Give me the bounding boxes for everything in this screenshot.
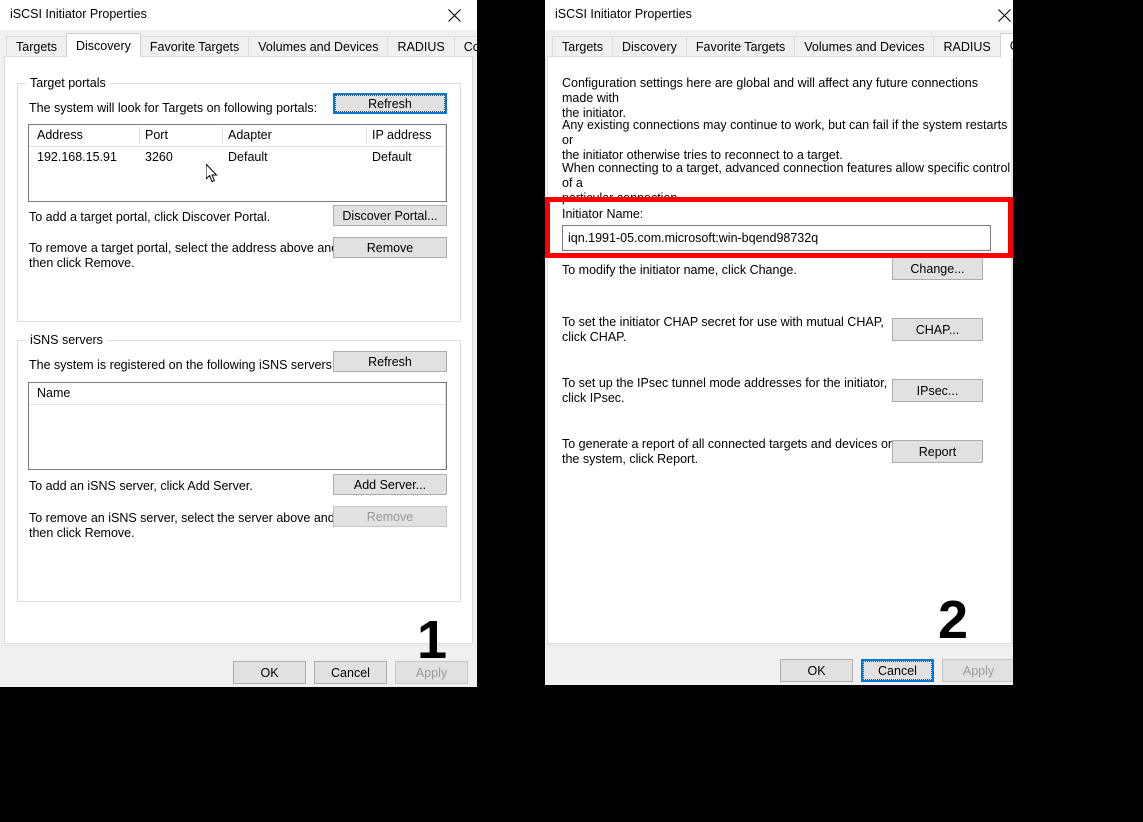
tab-configuration[interactable]: Configuration (999, 33, 1013, 58)
apply-button: Apply (942, 659, 1013, 682)
change-label: Change... (910, 261, 965, 276)
footer-right: OK Cancel Apply (545, 645, 1013, 685)
isns-refresh-label: Refresh (368, 354, 412, 369)
discover-portal-label: Discover Portal... (342, 208, 438, 223)
tab-volumes-and-devices[interactable]: Volumes and Devices (248, 36, 389, 57)
isns-servers-group: iSNS servers The system is registered on… (17, 333, 461, 602)
cancel-label: Cancel (331, 665, 370, 680)
add-target-portal-hint: To add a target portal, click Discover P… (29, 210, 271, 224)
target-portals-list-header: Address Port Adapter IP address (29, 125, 446, 147)
column-separator[interactable] (366, 127, 367, 144)
titlebar-left: iSCSI Initiator Properties (0, 0, 477, 30)
isns-servers-listbox[interactable]: Name (28, 382, 447, 470)
footer-left: OK Cancel Apply (0, 645, 477, 687)
target-portals-listbox[interactable]: Address Port Adapter IP address 192.168.… (28, 124, 447, 202)
tab-configuration[interactable]: Configuration (453, 36, 477, 57)
cancel-button[interactable]: Cancel (861, 659, 934, 682)
column-header-name[interactable]: Name (37, 386, 70, 400)
remove-isns-server-hint: To remove an iSNS server, select the ser… (29, 511, 335, 540)
add-server-button[interactable]: Add Server... (333, 474, 447, 495)
close-icon[interactable] (981, 0, 1013, 30)
tabstrip-right: Targets Discovery Favorite Targets Volum… (552, 33, 1013, 58)
window-title: iSCSI Initiator Properties (555, 7, 692, 21)
ok-label: OK (260, 665, 279, 680)
cell-ip-address: Default (372, 150, 412, 164)
column-header-port[interactable]: Port (145, 128, 168, 142)
tab-panel-configuration: Configuration settings here are global a… (547, 56, 1012, 650)
add-isns-server-hint: To add an iSNS server, click Add Server. (29, 479, 253, 493)
change-initiator-name-hint: To modify the initiator name, click Chan… (562, 263, 797, 277)
tab-targets[interactable]: Targets (6, 36, 67, 57)
cancel-button[interactable]: Cancel (314, 661, 387, 684)
target-portals-refresh-button[interactable]: Refresh (333, 93, 447, 114)
ok-button[interactable]: OK (780, 659, 853, 682)
tabstrip-left: Targets Discovery Favorite Targets Volum… (6, 33, 477, 58)
vertical-scrollbar[interactable] (445, 125, 446, 201)
config-intro-paragraph-2: Any existing connections may continue to… (562, 118, 1008, 162)
iscsi-initiator-properties-window-1: iSCSI Initiator Properties Targets Disco… (0, 0, 477, 687)
cell-address: 192.168.15.91 (37, 150, 117, 164)
target-portals-legend: Target portals (26, 76, 110, 90)
add-server-label: Add Server... (353, 477, 427, 492)
tab-discovery[interactable]: Discovery (612, 36, 687, 57)
change-button[interactable]: Change... (892, 257, 983, 280)
chap-button[interactable]: CHAP... (892, 318, 983, 341)
isns-list-header: Name (29, 383, 446, 405)
remove-isns-server-button: Remove (333, 506, 447, 527)
remove-target-portal-label: Remove (366, 240, 414, 255)
discover-portal-button[interactable]: Discover Portal... (333, 205, 447, 226)
column-separator[interactable] (222, 127, 223, 144)
column-header-ip-address[interactable]: IP address (372, 128, 432, 142)
close-icon[interactable] (431, 0, 477, 30)
ok-label: OK (807, 663, 826, 678)
tab-targets[interactable]: Targets (552, 36, 613, 57)
initiator-name-value: iqn.1991-05.com.microsoft:win-bqend98732… (568, 231, 819, 245)
remove-isns-server-label: Remove (366, 509, 414, 524)
column-separator[interactable] (139, 127, 140, 144)
cell-adapter: Default (228, 150, 268, 164)
vertical-scrollbar[interactable] (445, 383, 446, 469)
apply-label: Apply (962, 663, 995, 678)
initiator-name-label: Initiator Name: (562, 207, 644, 221)
column-header-address[interactable]: Address (37, 128, 83, 142)
target-portals-group: Target portals The system will look for … (17, 76, 461, 322)
report-button[interactable]: Report (892, 440, 983, 463)
isns-refresh-button[interactable]: Refresh (333, 351, 447, 372)
chap-hint: To set the initiator CHAP secret for use… (562, 315, 884, 344)
ok-button[interactable]: OK (233, 661, 306, 684)
tab-radius[interactable]: RADIUS (387, 36, 455, 57)
step-number-badge: 2 (938, 590, 969, 650)
tab-discovery[interactable]: Discovery (66, 33, 141, 58)
step-number-badge: 1 (417, 610, 448, 670)
ipsec-button[interactable]: IPsec... (892, 379, 983, 402)
tab-volumes-and-devices[interactable]: Volumes and Devices (794, 36, 935, 57)
initiator-name-input[interactable]: iqn.1991-05.com.microsoft:win-bqend98732… (562, 225, 991, 251)
table-row[interactable]: 192.168.15.91 3260 Default Default (29, 147, 446, 168)
tab-favorite-targets[interactable]: Favorite Targets (685, 36, 796, 57)
config-intro-paragraph-1: Configuration settings here are global a… (562, 76, 978, 120)
target-portals-refresh-label: Refresh (335, 95, 445, 112)
chap-label: CHAP... (915, 322, 960, 337)
column-header-adapter[interactable]: Adapter (228, 128, 272, 142)
tab-panel-discovery: Target portals The system will look for … (4, 56, 473, 667)
remove-target-portal-hint: To remove a target portal, select the ad… (29, 241, 339, 270)
ipsec-hint: To set up the IPsec tunnel mode addresse… (562, 376, 888, 405)
ipsec-label: IPsec... (916, 383, 959, 398)
cell-port: 3260 (145, 150, 173, 164)
cancel-label: Cancel (863, 661, 932, 680)
report-hint: To generate a report of all connected ta… (562, 437, 895, 466)
target-portals-description: The system will look for Targets on foll… (29, 101, 318, 115)
config-intro-paragraph-3: When connecting to a target, advanced co… (562, 161, 1011, 205)
isns-servers-legend: iSNS servers (26, 333, 107, 347)
remove-target-portal-button[interactable]: Remove (333, 237, 447, 258)
isns-servers-description: The system is registered on the followin… (29, 358, 336, 372)
report-label: Report (918, 444, 957, 459)
window-title: iSCSI Initiator Properties (10, 7, 147, 21)
tab-radius[interactable]: RADIUS (933, 36, 1001, 57)
iscsi-initiator-properties-window-2: iSCSI Initiator Properties Targets Disco… (545, 0, 1013, 685)
tab-favorite-targets[interactable]: Favorite Targets (139, 36, 250, 57)
titlebar-right: iSCSI Initiator Properties (545, 0, 1013, 30)
